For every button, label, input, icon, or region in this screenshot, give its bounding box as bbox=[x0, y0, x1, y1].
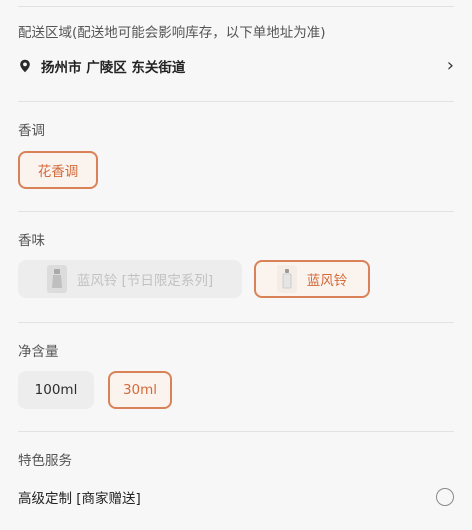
option-100ml[interactable]: 100ml bbox=[18, 371, 94, 409]
option-floral[interactable]: 花香调 bbox=[18, 151, 98, 189]
option-floral-label: 花香调 bbox=[37, 164, 79, 180]
top-divider bbox=[18, 6, 454, 7]
chevron-right-icon[interactable]: › bbox=[447, 57, 454, 75]
option-bluebell-limited[interactable]: 蓝风铃 [节日限定系列] bbox=[18, 260, 242, 298]
section-divider bbox=[18, 101, 454, 102]
fragrance-family-title: 香调 bbox=[18, 123, 45, 139]
volume-title: 净含量 bbox=[18, 344, 59, 360]
section-divider bbox=[18, 322, 454, 323]
product-thumbnail-icon bbox=[276, 265, 297, 293]
map-pin-icon bbox=[18, 59, 32, 73]
delivery-area-label: 配送区域(配送地可能会影响库存，以下单地址为准) bbox=[18, 25, 326, 41]
service-radio[interactable] bbox=[436, 488, 454, 506]
option-bluebell-label: 蓝风铃 bbox=[306, 273, 348, 289]
scent-title: 香味 bbox=[18, 233, 45, 249]
delivery-address-row[interactable]: 扬州市 广陵区 东关街道 › bbox=[18, 54, 454, 78]
section-divider bbox=[18, 211, 454, 212]
section-divider bbox=[18, 431, 454, 432]
delivery-address: 扬州市 广陵区 东关街道 bbox=[41, 60, 186, 76]
option-30ml-label: 30ml bbox=[122, 382, 158, 398]
service-item-label: 高级定制 [商家赠送] bbox=[18, 491, 141, 507]
service-item-custom[interactable]: 高级定制 [商家赠送] bbox=[18, 484, 454, 510]
option-100ml-label: 100ml bbox=[34, 382, 78, 398]
option-30ml[interactable]: 30ml bbox=[108, 371, 172, 409]
product-thumbnail-icon bbox=[46, 265, 67, 293]
sku-selection-panel: 配送区域(配送地可能会影响库存，以下单地址为准) 扬州市 广陵区 东关街道 › … bbox=[0, 0, 472, 530]
special-services-title: 特色服务 bbox=[18, 453, 72, 469]
option-bluebell-limited-label: 蓝风铃 [节日限定系列] bbox=[76, 273, 214, 289]
option-bluebell[interactable]: 蓝风铃 bbox=[254, 260, 370, 298]
